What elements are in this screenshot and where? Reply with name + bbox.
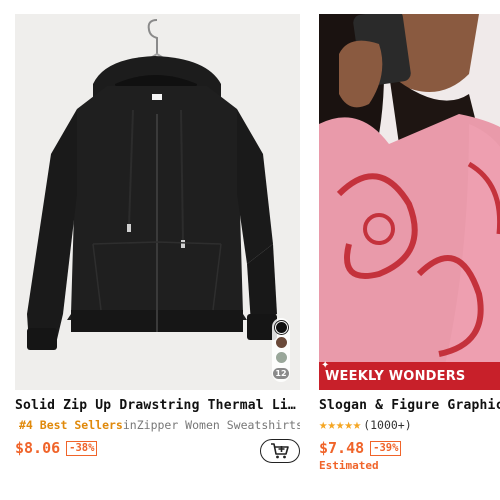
weekly-wonders-label: WEEKLY WONDERS [325,368,466,384]
category-link[interactable]: Zipper Women Sweatshirts [137,418,300,432]
product-price-2: $7.48 [319,439,365,457]
add-to-cart-icon [271,443,289,459]
best-seller-rank: #4 Best Sellers [19,418,123,432]
best-seller-row[interactable]: #4 Best Sellers in Zipper Women Sweatshi… [15,418,300,432]
sparkle-icon: ✦ [321,360,330,371]
star-icon: ★ [327,417,336,433]
swatch-sage[interactable] [274,351,288,364]
product-title-2[interactable]: Slogan & Figure Graphic Hoodie [319,398,500,413]
product-card-2[interactable]: ✦ WEEKLY WONDERS Slogan & Figure Graphic… [319,14,500,472]
add-to-cart-button[interactable] [260,439,300,463]
product-image-1[interactable]: 12 [15,14,300,390]
star-icon: ★ [344,417,353,433]
star-icon: ★ [352,417,362,433]
swatch-count-badge: 12 [273,368,289,379]
weekly-wonders-banner: ✦ WEEKLY WONDERS [319,360,500,390]
estimated-label: Estimated [319,459,379,472]
black-zip-hoodie-image [15,14,300,390]
product-image-2[interactable]: ✦ WEEKLY WONDERS [319,14,500,390]
pink-graphic-hoodie-photo [319,14,500,390]
discount-badge-2: -39% [370,440,402,456]
category-prefix: in [122,418,137,432]
rating-count: (1000+) [363,418,412,432]
swatch-brown[interactable] [274,336,288,349]
product-title-1[interactable]: Solid Zip Up Drawstring Thermal Lined Ho… [15,398,300,413]
product-price-1: $8.06 [15,439,61,457]
star-icon: ★ [335,417,345,433]
star-icon: ★ [319,417,328,433]
swatch-black[interactable] [273,320,289,335]
product-card-1[interactable]: 12 Solid Zip Up Drawstring Thermal Lined… [15,14,300,463]
discount-badge-1: -38% [66,440,98,456]
color-swatches[interactable]: 12 [272,318,290,382]
rating-row[interactable]: ★ ★ ★ ★ ★ (1000+) [319,418,500,432]
